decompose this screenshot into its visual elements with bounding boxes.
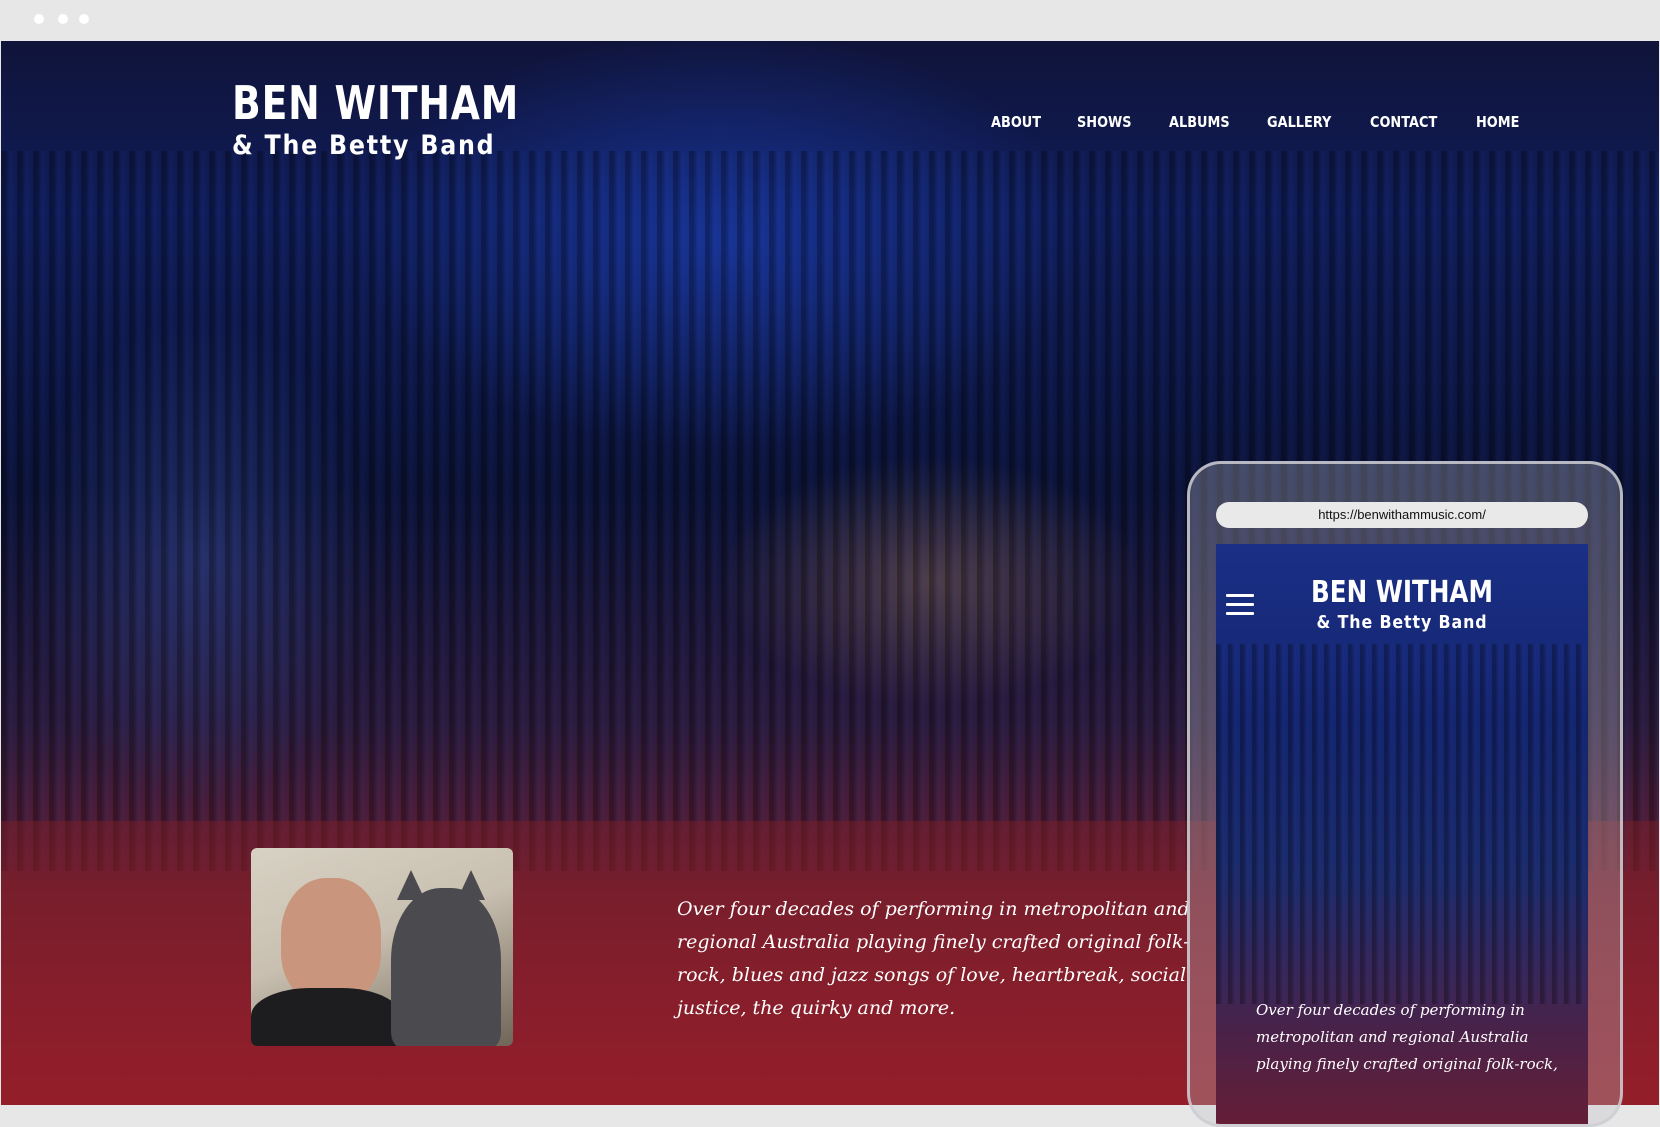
mobile-logo-subtitle: & The Betty Band — [1316, 612, 1488, 633]
window-minimize-dot[interactable] — [58, 14, 68, 24]
logo-subtitle: & The Betty Band — [232, 130, 496, 161]
nav-about[interactable]: ABOUT — [991, 113, 1041, 131]
nav-albums[interactable]: ALBUMS — [1169, 113, 1230, 131]
cat-ear-left — [397, 870, 425, 900]
mobile-url-bar[interactable]: https://benwithammusic.com/ — [1216, 502, 1588, 528]
portrait-photo — [251, 848, 513, 1046]
mobile-tagline: Over four decades of performing in metro… — [1256, 1001, 1558, 1073]
portrait-cat — [391, 888, 501, 1046]
nav-gallery[interactable]: GALLERY — [1267, 113, 1331, 131]
nav-contact[interactable]: CONTACT — [1370, 113, 1437, 131]
site-logo[interactable]: BEN WITHAM & The Betty Band — [232, 77, 582, 163]
nav-home[interactable]: HOME — [1476, 113, 1519, 131]
mobile-background-curtain — [1216, 644, 1588, 1004]
browser-chrome — [0, 0, 1660, 40]
cat-ear-right — [457, 870, 485, 900]
hero-tagline: Over four decades of performing in metro… — [677, 898, 1190, 1019]
window-close-dot[interactable] — [34, 14, 44, 24]
logo-title: BEN WITHAM — [232, 76, 520, 130]
nav-shows[interactable]: SHOWS — [1077, 113, 1132, 131]
portrait-face — [281, 878, 381, 1003]
mobile-logo-title: BEN WITHAM — [1311, 575, 1493, 610]
mobile-site-logo[interactable]: BEN WITHAM & The Betty Band — [1216, 576, 1588, 636]
window-maximize-dot[interactable] — [79, 14, 89, 24]
mobile-screen: BEN WITHAM & The Betty Band Over four de… — [1216, 544, 1588, 1124]
portrait-shirt — [251, 988, 401, 1046]
mobile-preview-frame: https://benwithammusic.com/ BEN WITHAM &… — [1187, 461, 1623, 1127]
main-nav: ABOUT SHOWS ALBUMS GALLERY CONTACT HOME — [991, 113, 1555, 131]
